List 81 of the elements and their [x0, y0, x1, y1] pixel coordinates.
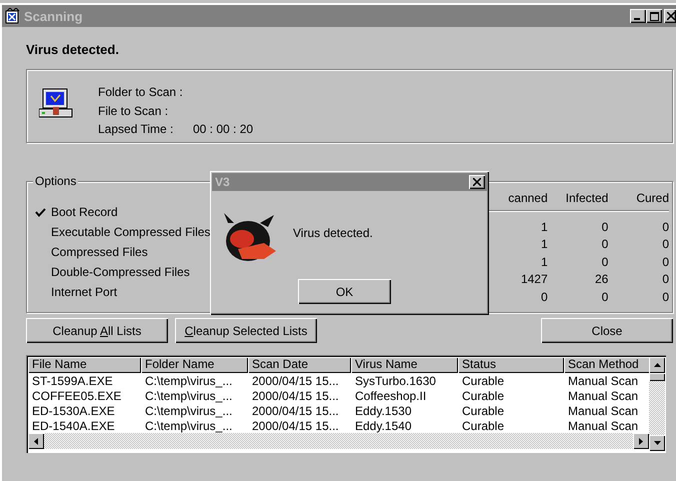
- table-cell-text: ST-1599A.EXE: [31, 374, 114, 388]
- dialog-title: V3: [215, 175, 230, 189]
- action-button[interactable]: Cleanup Selected Lists: [175, 318, 317, 343]
- table-cell-text: 26: [594, 272, 608, 286]
- table-cell-text: 2000/04/15 15...: [251, 389, 340, 403]
- maximize-button[interactable]: [646, 9, 662, 23]
- table-cell-text: Curable: [461, 389, 506, 403]
- table-cell-text: 1: [540, 220, 548, 234]
- table-cell-text: 2000/04/15 15...: [251, 374, 340, 388]
- dialog-message: Virus detected.: [293, 226, 373, 240]
- table-cell-text: ED-1540A.EXE: [31, 419, 116, 433]
- table-cell-text: Curable: [461, 404, 506, 418]
- table-cell-text: C:\temp\virus_...: [144, 404, 234, 418]
- window-title: Scanning: [24, 8, 83, 24]
- info-label: Lapsed Time :: [98, 122, 174, 138]
- maximize-icon: [650, 12, 658, 20]
- left-arrow-icon: [34, 438, 38, 444]
- table-cell-text: 0: [600, 290, 608, 304]
- table-cell-text: 2000/04/15 15...: [251, 419, 340, 433]
- option-item[interactable]: Executable Compressed Files: [51, 225, 210, 239]
- close-button[interactable]: [469, 175, 485, 189]
- table-cell-text: 2000/04/15 15...: [251, 404, 340, 418]
- table-cell-text: 0: [661, 237, 669, 252]
- table-cell-text: 0: [661, 272, 669, 286]
- table-cell-text: SysTurbo.1630: [354, 374, 437, 388]
- table-cell-text: Manual Scan: [567, 389, 640, 403]
- table-cell-text: C:\temp\virus_...: [144, 374, 234, 388]
- option-item[interactable]: Double-Compressed Files: [51, 265, 190, 279]
- close-icon: [667, 12, 675, 20]
- table-cell-text: Manual Scan: [567, 374, 640, 388]
- table-cell-text: C:\temp\virus_...: [144, 389, 234, 403]
- column-header[interactable]: Scan Method: [564, 357, 649, 373]
- column-header: canned: [507, 191, 548, 205]
- table-cell-text: 0: [600, 237, 608, 252]
- table-cell-text: Manual Scan: [567, 419, 640, 433]
- ok-button[interactable]: OK: [298, 279, 391, 304]
- computer-icon: [39, 88, 73, 118]
- scroll-thumb[interactable]: [649, 373, 665, 381]
- table-cell-text: 0: [600, 220, 608, 234]
- info-value: 00 : 00 : 20: [193, 122, 254, 138]
- group-title: Options: [33, 174, 78, 188]
- minimize-button[interactable]: [630, 9, 646, 23]
- table-cell-text: C:\temp\virus_...: [144, 419, 234, 433]
- table-cell-text: Eddy.1540: [354, 419, 412, 433]
- status-message: Virus detected.: [26, 42, 120, 58]
- table-cell-text: 0: [661, 220, 669, 234]
- table-cell-text: 0: [540, 290, 548, 304]
- column-header[interactable]: File Name: [28, 357, 141, 373]
- column-header: Infected: [564, 191, 608, 205]
- table-cell-text: 0: [661, 254, 669, 269]
- option-item[interactable]: Compressed Files: [51, 245, 148, 259]
- up-arrow-icon: [654, 363, 660, 367]
- table-cell-text: Curable: [461, 374, 506, 388]
- table-cell-text: Curable: [461, 419, 506, 433]
- option-item[interactable]: Internet Port: [51, 285, 118, 299]
- table-cell-text: 0: [661, 290, 669, 304]
- action-button[interactable]: Close: [541, 318, 673, 343]
- down-arrow-icon: [654, 441, 660, 445]
- column-header[interactable]: Scan Date: [248, 357, 351, 373]
- vertical-scrollbar[interactable]: [649, 357, 665, 451]
- table-cell-text: Eddy.1530: [354, 404, 412, 418]
- close-button[interactable]: [664, 9, 676, 23]
- column-header[interactable]: Status: [458, 357, 564, 373]
- close-icon: [473, 178, 481, 186]
- action-button[interactable]: Cleanup All Lists: [26, 318, 168, 343]
- table-cell-text: Coffeeshop.II: [354, 389, 428, 403]
- table-cell-text: 1427: [520, 272, 548, 286]
- table-cell-text: COFFEE05.EXE: [31, 389, 122, 403]
- table-cell-text: Manual Scan: [567, 404, 640, 418]
- option-item[interactable]: Boot Record: [51, 205, 118, 219]
- info-label: File to Scan :: [98, 104, 170, 120]
- right-arrow-icon: [639, 438, 643, 444]
- column-header[interactable]: Virus Name: [351, 357, 458, 373]
- table-cell-text: 1: [540, 237, 548, 252]
- table-cell-text: 1: [540, 254, 548, 269]
- table-cell-text: ED-1530A.EXE: [31, 404, 116, 418]
- column-header[interactable]: Folder Name: [141, 357, 248, 373]
- column-header: Cured: [635, 191, 669, 205]
- app-icon: [5, 8, 21, 24]
- table-cell-text: 0: [600, 254, 608, 269]
- info-label: Folder to Scan :: [98, 85, 184, 101]
